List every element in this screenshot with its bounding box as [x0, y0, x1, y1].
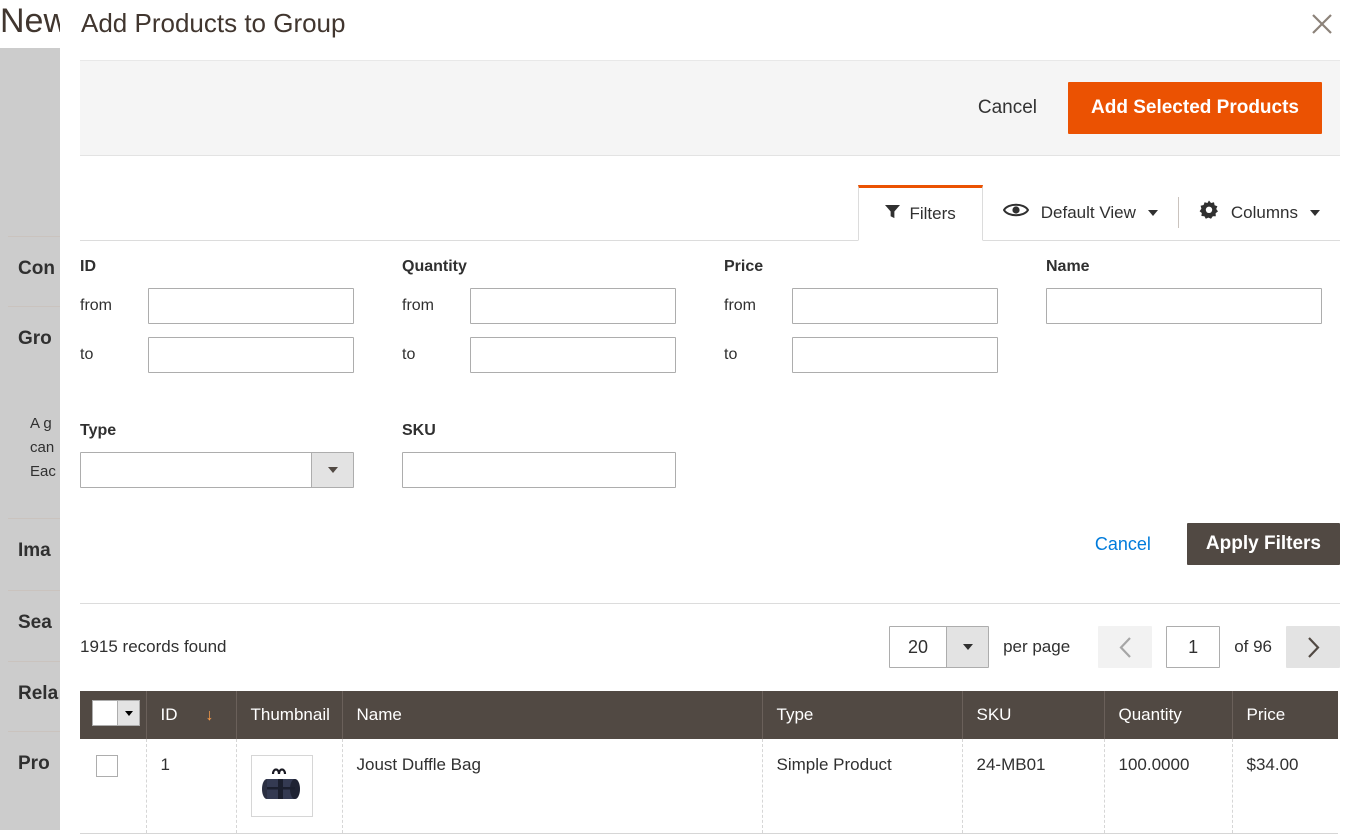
background-section-4: Rela [18, 683, 59, 704]
grid-header-row: ID ↓ Thumbnail Name Type SKU Quantity Pri… [80, 691, 1338, 739]
add-selected-products-button[interactable]: Add Selected Products [1068, 82, 1322, 134]
filter-price-from-label: from [724, 297, 756, 314]
filter-id: ID from to [80, 258, 402, 386]
row-select-cell[interactable] [80, 739, 147, 834]
filter-sku: SKU [402, 422, 724, 488]
cell-quantity: 100.0000 [1104, 739, 1233, 834]
column-header-name[interactable]: Name [342, 691, 763, 739]
cancel-button[interactable]: Cancel [972, 96, 1043, 120]
column-header-thumbnail[interactable]: Thumbnail [236, 691, 343, 739]
per-page-value: 20 [908, 636, 929, 657]
pagination-controls: 20 per page of 96 [889, 626, 1340, 668]
filter-id-from-label: from [80, 297, 112, 314]
chevron-down-icon [1310, 209, 1320, 216]
modal-action-bar: Cancel Add Selected Products [80, 60, 1340, 156]
modal-header: Add Products to Group [60, 0, 1350, 55]
filter-type: Type [80, 422, 402, 488]
filter-type-value [81, 453, 311, 487]
section-divider [80, 603, 1340, 604]
background-section-1: Gro [18, 328, 52, 349]
chevron-down-icon [1147, 209, 1158, 216]
filter-id-label: ID [80, 258, 96, 275]
filter-type-select[interactable] [80, 452, 354, 488]
gear-icon [1199, 200, 1219, 225]
select-all-checkbox[interactable] [93, 701, 117, 725]
filter-price-label: Price [724, 258, 764, 275]
filter-cancel-button[interactable]: Cancel [1089, 533, 1157, 556]
filter-id-from-input[interactable] [148, 288, 354, 324]
tab-columns-label: Columns [1230, 202, 1298, 222]
filter-actions: Cancel Apply Filters [1089, 523, 1340, 565]
close-icon[interactable] [1302, 4, 1342, 44]
filter-type-label: Type [80, 422, 117, 439]
column-header-price[interactable]: Price [1232, 691, 1338, 739]
per-page-label: per page [1003, 637, 1071, 656]
background-paragraph-line-1: can [30, 439, 55, 456]
cell-name: Joust Duffle Bag [342, 739, 763, 834]
background-section-5: Pro [18, 753, 50, 774]
filter-price-to-input[interactable] [792, 337, 998, 373]
tab-filters[interactable]: Filters [858, 185, 983, 241]
filter-quantity-from-label: from [402, 297, 434, 314]
filter-quantity: Quantity from to [402, 258, 724, 386]
tab-filters-label: Filters [909, 204, 956, 223]
arrow-down-icon: ↓ [205, 707, 214, 724]
chevron-down-icon[interactable] [311, 453, 353, 487]
next-page-button[interactable] [1286, 626, 1340, 668]
product-thumbnail [250, 755, 313, 817]
filter-icon [885, 204, 901, 224]
filter-price-to-label: to [724, 346, 738, 363]
cell-thumbnail [236, 739, 343, 834]
tab-columns[interactable]: Columns [1179, 185, 1340, 240]
tab-default-view[interactable]: Default View [983, 185, 1178, 240]
modal-title: Add Products to Group [81, 8, 346, 38]
cell-price: $34.00 [1232, 739, 1338, 834]
chevron-down-icon[interactable] [946, 627, 989, 667]
filter-quantity-to-input[interactable] [470, 337, 676, 373]
cell-id: 1 [146, 739, 237, 834]
filter-name-input[interactable] [1046, 288, 1322, 324]
page-number-input[interactable] [1166, 626, 1221, 668]
chevron-down-icon[interactable] [117, 701, 139, 725]
filter-quantity-from-input[interactable] [470, 288, 676, 324]
select-all-header[interactable] [80, 691, 147, 739]
tab-default-view-label: Default View [1040, 202, 1136, 222]
column-header-sku[interactable]: SKU [962, 691, 1105, 739]
filter-price: Price from to [724, 258, 1046, 386]
filter-price-from-input[interactable] [792, 288, 998, 324]
filter-sku-label: SKU [402, 422, 436, 439]
cell-type: Simple Product [762, 739, 963, 834]
filter-quantity-label: Quantity [402, 258, 467, 275]
filter-name-label: Name [1046, 258, 1090, 275]
column-header-id[interactable]: ID ↓ [146, 691, 237, 739]
grid-toolbar: 1915 records found 20 per page of 96 [80, 622, 1340, 672]
background-section-3: Sea [18, 612, 52, 633]
background-paragraph-line-0: A g [30, 415, 52, 432]
add-products-modal: Add Products to Group Cancel Add Selecte… [60, 0, 1350, 834]
background-section-0: Con [18, 258, 55, 279]
previous-page-button[interactable] [1098, 626, 1153, 668]
grid-controls-tabs: Filters Default View Columns [80, 185, 1340, 241]
background-paragraph-line-2: Eac [30, 463, 56, 480]
table-row: 1 Joust Duffle Bag Simple Product 24-MB0… [80, 739, 1338, 834]
column-header-type[interactable]: Type [762, 691, 963, 739]
filter-quantity-to-label: to [402, 346, 416, 363]
total-pages-label: of 96 [1234, 637, 1272, 656]
row-checkbox[interactable] [96, 755, 118, 777]
products-grid: ID ↓ Thumbnail Name Type SKU Quantity Pri… [80, 691, 1338, 834]
background-section-2: Ima [18, 540, 51, 561]
apply-filters-button[interactable]: Apply Filters [1186, 523, 1340, 565]
filter-id-to-input[interactable] [148, 337, 354, 373]
filter-name: Name [1046, 258, 1336, 386]
filters-panel: ID from to Quantity from to Price from t… [80, 258, 1340, 565]
filter-sku-input[interactable] [402, 452, 676, 488]
cell-sku: 24-MB01 [962, 739, 1105, 834]
eye-icon [1002, 202, 1029, 223]
filter-id-to-label: to [80, 346, 94, 363]
background-page-title: New [0, 2, 69, 40]
column-header-quantity[interactable]: Quantity [1104, 691, 1233, 739]
records-found-label: 1915 records found [80, 637, 227, 656]
per-page-select[interactable]: 20 [889, 626, 990, 668]
